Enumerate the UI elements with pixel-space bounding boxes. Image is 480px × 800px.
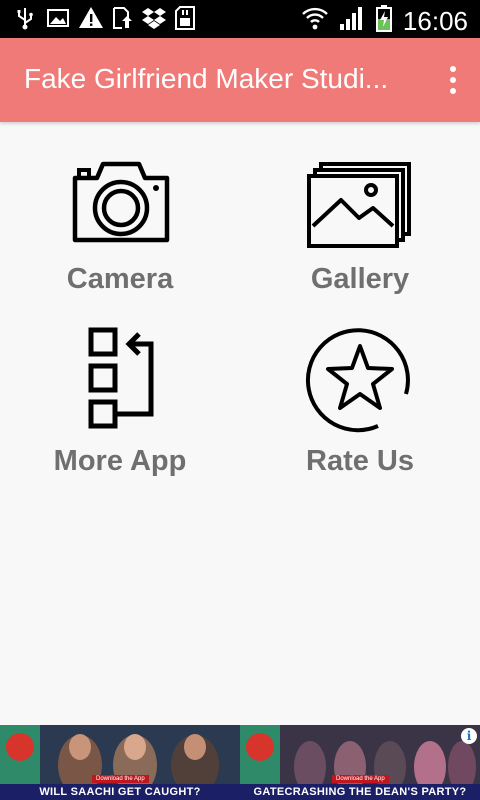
gallery-button[interactable]: Gallery — [260, 156, 460, 296]
ad-download-label: Download the App — [92, 775, 149, 783]
ad-panel-right[interactable]: Download the App GATECRASHING THE DEAN'S… — [240, 725, 480, 800]
clock: 16:06 — [402, 5, 468, 36]
ad-download-label-right: Download the App — [332, 775, 389, 783]
app-title: Fake Girlfriend Maker Studi... — [24, 63, 389, 94]
more-app-label: More App — [53, 445, 187, 477]
camera-icon — [20, 156, 220, 257]
sd-card-icon — [174, 6, 196, 30]
signal-icon — [339, 5, 365, 36]
camera-button[interactable]: Camera — [20, 156, 220, 296]
ad-caption-right: GATECRASHING THE DEAN'S PARTY? — [240, 784, 480, 800]
warning-icon — [78, 6, 103, 30]
more-vert-icon[interactable] — [448, 66, 458, 96]
system-icons: 16:06 — [301, 4, 468, 37]
wifi-icon — [301, 5, 329, 36]
camera-label: Camera — [66, 263, 174, 295]
star-icon — [260, 322, 460, 439]
dropbox-icon — [142, 6, 166, 30]
more-app-button[interactable]: More App — [20, 322, 220, 478]
more-apps-icon — [20, 322, 220, 439]
gallery-label: Gallery — [310, 263, 410, 295]
ad-banner[interactable]: Download the App WILL SAACHI GET CAUGHT?… — [0, 725, 480, 800]
ad-panel-left[interactable]: Download the App WILL SAACHI GET CAUGHT? — [0, 725, 240, 800]
notification-icons — [14, 6, 196, 30]
gallery-icon — [260, 156, 460, 257]
rate-us-button[interactable]: Rate Us — [260, 322, 460, 478]
ad-info-icon[interactable]: i — [461, 728, 477, 744]
status-bar: 16:06 — [0, 0, 480, 38]
update-icon — [110, 6, 132, 30]
ad-caption-left: WILL SAACHI GET CAUGHT? — [0, 784, 240, 800]
app-bar: Fake Girlfriend Maker Studi... — [0, 38, 480, 122]
usb-icon — [14, 6, 36, 30]
image-icon — [46, 6, 69, 30]
rate-us-label: Rate Us — [306, 445, 414, 477]
battery-charging-icon — [375, 4, 393, 37]
